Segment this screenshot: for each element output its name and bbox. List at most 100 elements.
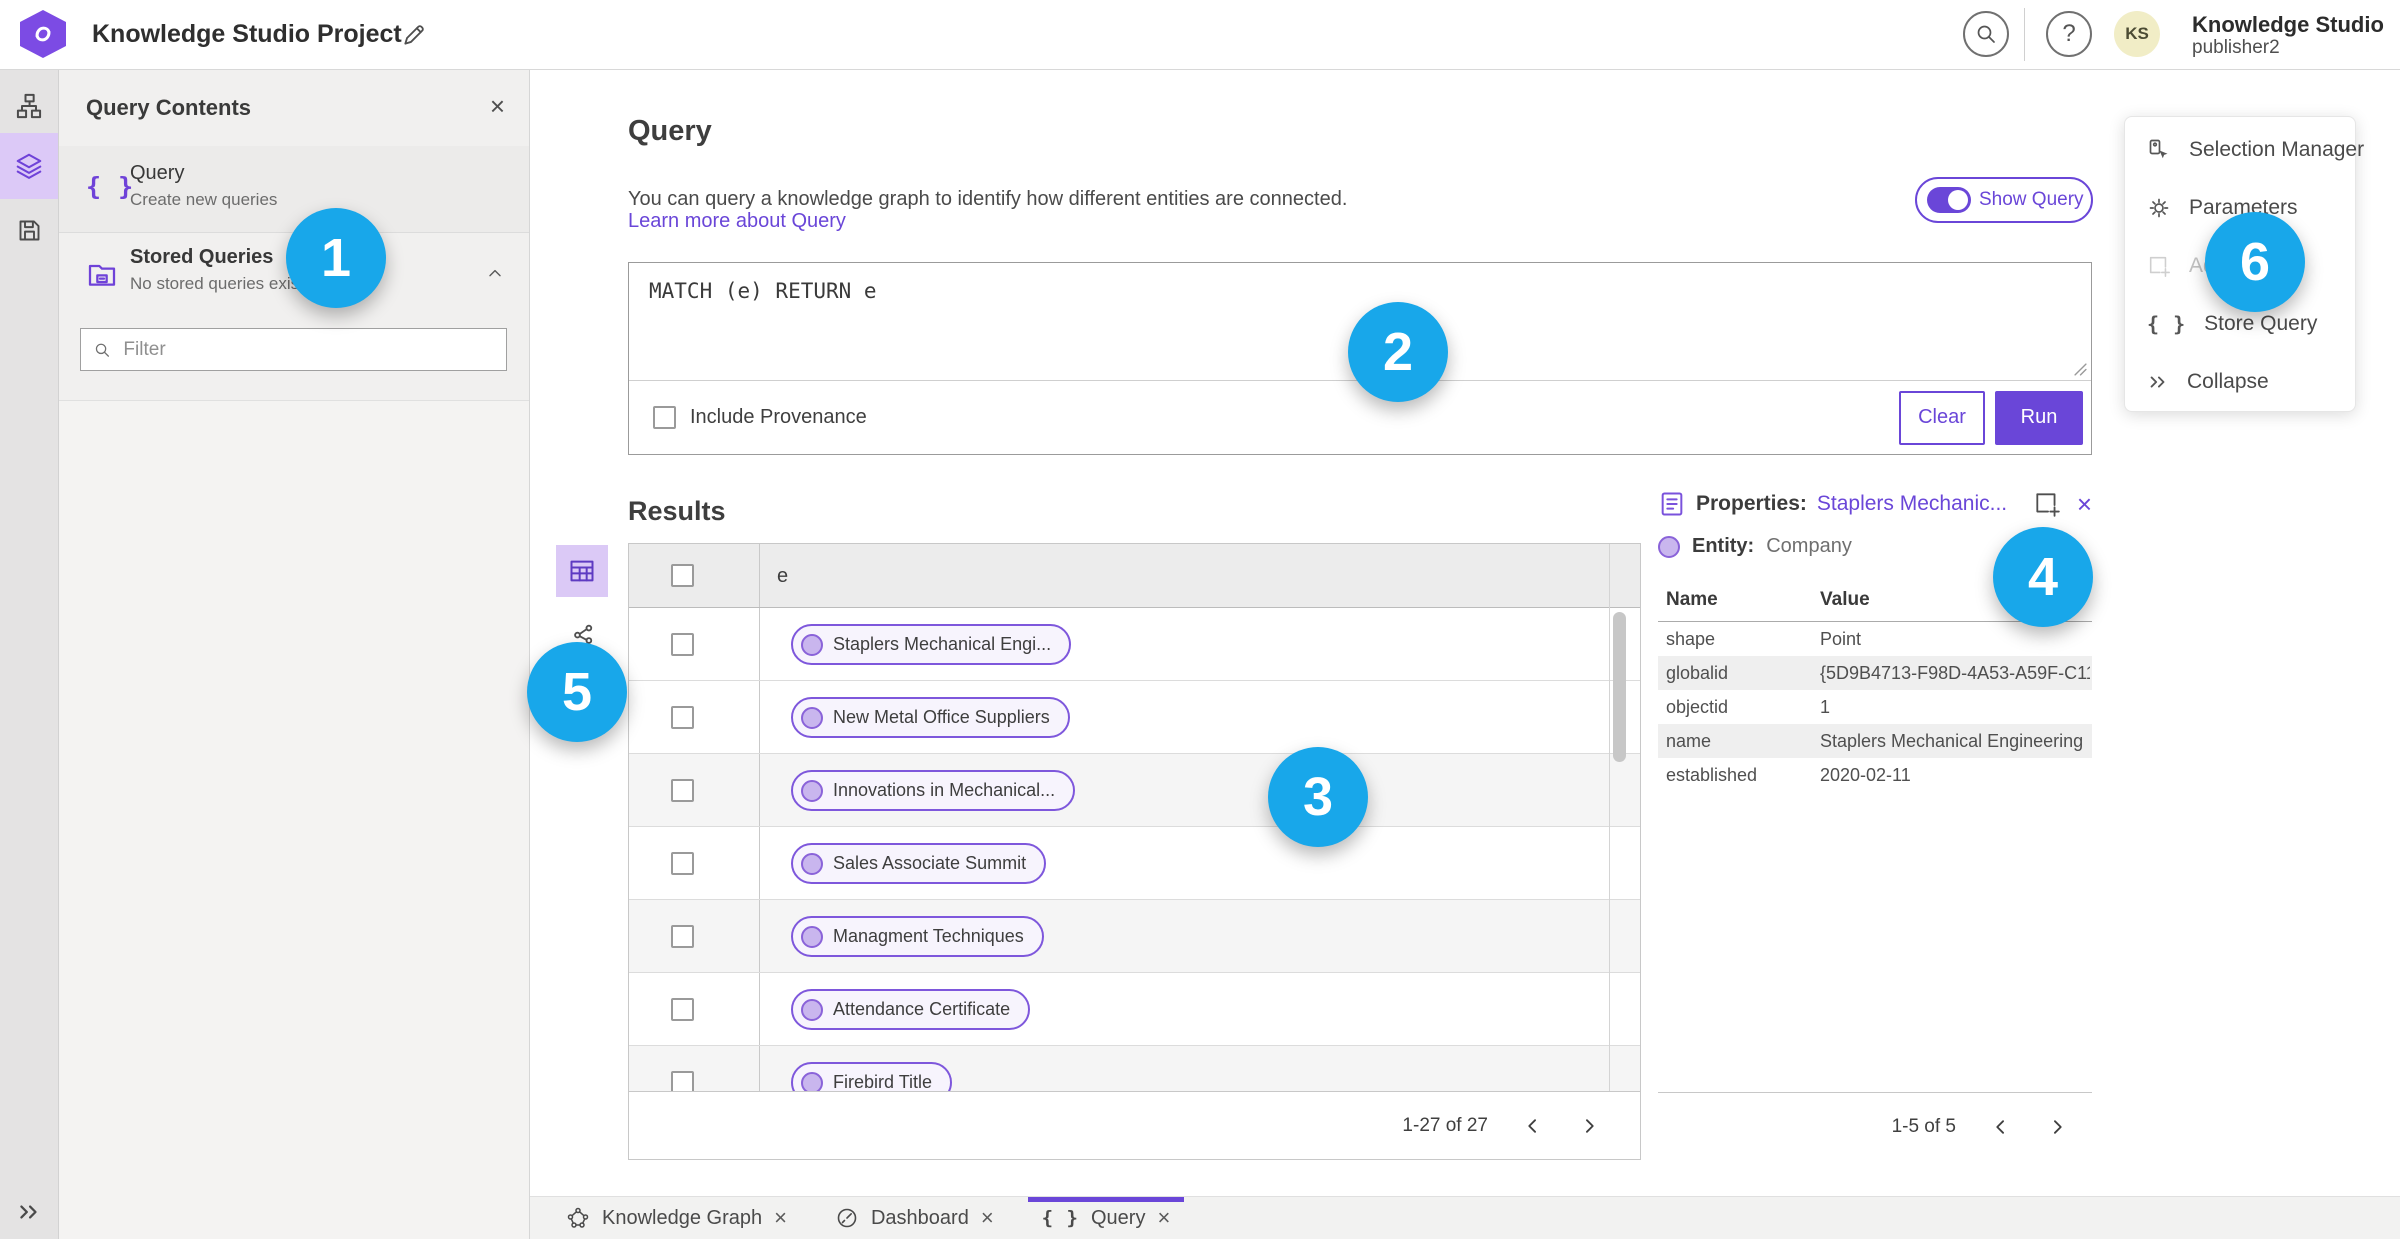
app-logo-icon[interactable] <box>20 10 66 58</box>
entity-dot-icon <box>801 998 823 1021</box>
row-checkbox[interactable] <box>671 706 694 729</box>
search-button[interactable] <box>1963 11 2009 57</box>
parameters-gear-icon <box>2147 196 2171 220</box>
table-row[interactable]: Firebird Title <box>629 1046 1640 1093</box>
properties-range-text: 1-5 of 5 <box>1891 1115 1956 1137</box>
previous-page-button[interactable] <box>1986 1112 2016 1142</box>
help-button[interactable]: ? <box>2046 11 2092 57</box>
layers-icon <box>16 153 42 179</box>
previous-page-button[interactable] <box>1518 1111 1548 1141</box>
user-menu[interactable]: Knowledge Studio publisher2 <box>2192 12 2384 59</box>
entity-pill[interactable]: Staplers Mechanical Engi... <box>791 624 1072 665</box>
run-button[interactable]: Run <box>1995 390 2083 445</box>
table-view-button[interactable] <box>556 545 608 597</box>
close-tab-icon[interactable]: × <box>981 1207 994 1229</box>
rail-item-save[interactable] <box>0 201 58 259</box>
expand-rail-button[interactable] <box>0 1199 58 1225</box>
include-provenance-checkbox[interactable] <box>653 406 676 429</box>
knowledge-studio-app: Knowledge Studio Project ? KS Knowledge … <box>0 0 2400 1239</box>
row-checkbox[interactable] <box>671 1071 694 1093</box>
clear-button[interactable]: Clear <box>1899 390 1985 445</box>
add-to-new-button[interactable] <box>2033 490 2061 518</box>
toggle-switch[interactable] <box>1927 187 1971 213</box>
avatar[interactable]: KS <box>2114 11 2160 57</box>
row-checkbox[interactable] <box>671 779 694 802</box>
rail-item-hierarchy[interactable] <box>0 77 58 135</box>
braces-icon: { } <box>1041 1207 1079 1229</box>
menu-item-selection-manager[interactable]: Selection Manager <box>2125 121 2364 179</box>
edit-title-pencil-icon[interactable] <box>398 19 430 51</box>
top-bar: Knowledge Studio Project ? KS Knowledge … <box>0 0 2400 70</box>
tab-dashboard[interactable]: Dashboard × <box>811 1197 1018 1239</box>
view-tabs-bar: Knowledge Graph × Dashboard × { } Query … <box>530 1196 2400 1239</box>
topbar-divider <box>2024 8 2025 61</box>
property-row: shape Point <box>1658 622 2092 656</box>
close-tab-icon[interactable]: × <box>1157 1207 1170 1229</box>
row-checkbox[interactable] <box>671 633 694 656</box>
table-row[interactable]: New Metal Office Suppliers <box>629 681 1640 754</box>
entity-dot-icon <box>801 706 823 729</box>
learn-more-link[interactable]: Learn more about Query <box>628 210 846 233</box>
table-row[interactable]: Innovations in Mechanical... <box>629 754 1640 827</box>
selection-manager-icon <box>2147 138 2171 162</box>
entity-pill[interactable]: Attendance Certificate <box>791 989 1031 1030</box>
filter-input[interactable] <box>121 337 506 362</box>
entity-dot-icon <box>801 852 823 875</box>
entity-pill[interactable]: New Metal Office Suppliers <box>791 697 1070 738</box>
entity-swatch-icon <box>1658 535 1680 558</box>
save-icon <box>19 220 39 240</box>
annotation-callout-2: 2 <box>1348 302 1448 402</box>
entity-dot-icon <box>801 779 823 802</box>
user-username: publisher2 <box>2192 37 2280 59</box>
rail-item-contents[interactable] <box>0 133 58 199</box>
collapse-section-chevron-up-icon[interactable] <box>485 264 505 284</box>
toggle-knob <box>1948 190 1968 210</box>
resize-handle-icon[interactable] <box>2074 363 2087 376</box>
tab-query[interactable]: { } Query × <box>1018 1197 1195 1239</box>
column-header-e: e <box>777 565 789 587</box>
left-icon-rail <box>0 69 59 1239</box>
select-all-checkbox[interactable] <box>671 564 694 587</box>
next-page-button[interactable] <box>2042 1112 2072 1142</box>
annotation-callout-3: 3 <box>1268 747 1368 847</box>
double-chevron-right-icon <box>20 1205 37 1219</box>
knowledge-graph-icon <box>566 1206 590 1230</box>
results-range-text: 1-27 of 27 <box>1402 1114 1488 1136</box>
results-scrollbar[interactable] <box>1613 612 1626 762</box>
row-checkbox[interactable] <box>671 852 694 875</box>
properties-entity-link[interactable]: Staplers Mechanic... <box>1817 492 2007 516</box>
close-tab-icon[interactable]: × <box>774 1207 787 1229</box>
query-description: You can query a knowledge graph to ident… <box>628 188 1348 210</box>
entity-pill[interactable]: Managment Techniques <box>791 916 1044 957</box>
row-checkbox[interactable] <box>671 998 694 1021</box>
entity-pill[interactable]: Sales Associate Summit <box>791 843 1047 884</box>
chevron-left-icon <box>1528 1118 1536 1133</box>
entity-pill[interactable]: Firebird Title <box>791 1062 953 1093</box>
chevron-right-icon <box>1586 1118 1594 1133</box>
table-row[interactable]: Sales Associate Summit <box>629 827 1640 900</box>
contents-item-query[interactable]: { } Query Create new queries <box>58 146 529 233</box>
menu-item-collapse[interactable]: Collapse <box>2125 353 2355 411</box>
include-provenance-label: Include Provenance <box>690 406 867 428</box>
entity-pill[interactable]: Innovations in Mechanical... <box>791 770 1076 811</box>
annotation-callout-1: 1 <box>286 208 386 308</box>
annotation-callout-6: 6 <box>2205 212 2305 312</box>
results-title: Results <box>628 496 726 527</box>
panel-empty-area <box>58 400 529 1239</box>
row-checkbox[interactable] <box>671 925 694 948</box>
close-properties-icon[interactable]: × <box>2077 491 2092 517</box>
dashboard-gauge-icon <box>835 1206 859 1230</box>
results-pagination: 1-27 of 27 <box>629 1091 1640 1159</box>
stored-queries-filter <box>80 328 507 371</box>
show-query-toggle[interactable]: Show Query <box>1915 177 2093 223</box>
braces-icon: { } <box>2147 312 2187 336</box>
tab-knowledge-graph[interactable]: Knowledge Graph × <box>542 1197 811 1239</box>
results-header-row: e <box>629 544 1640 608</box>
table-row[interactable]: Managment Techniques <box>629 900 1640 973</box>
table-row[interactable]: Staplers Mechanical Engi... <box>629 608 1640 681</box>
page-title: Query <box>628 115 712 148</box>
property-row: established 2020-02-11 <box>1658 758 2092 792</box>
table-row[interactable]: Attendance Certificate <box>629 973 1640 1046</box>
close-panel-icon[interactable]: × <box>490 91 505 122</box>
next-page-button[interactable] <box>1574 1111 1604 1141</box>
